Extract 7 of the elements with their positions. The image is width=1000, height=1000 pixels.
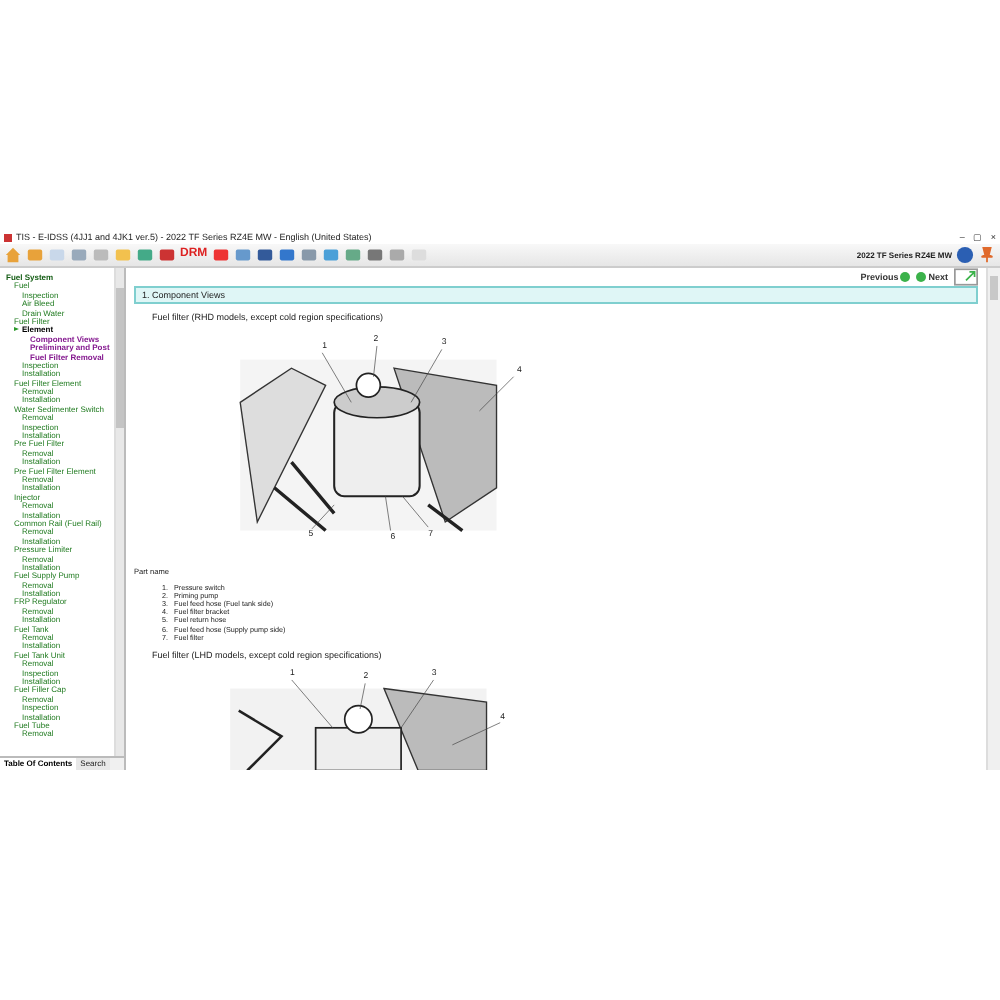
arrow-icon	[14, 326, 20, 333]
expand-icon[interactable]	[954, 268, 978, 286]
scrollbar[interactable]	[114, 268, 124, 756]
app-icon	[4, 233, 12, 241]
pin-icon[interactable]	[978, 246, 996, 264]
scrollbar[interactable]	[986, 268, 1000, 770]
home-icon[interactable]	[4, 246, 22, 264]
